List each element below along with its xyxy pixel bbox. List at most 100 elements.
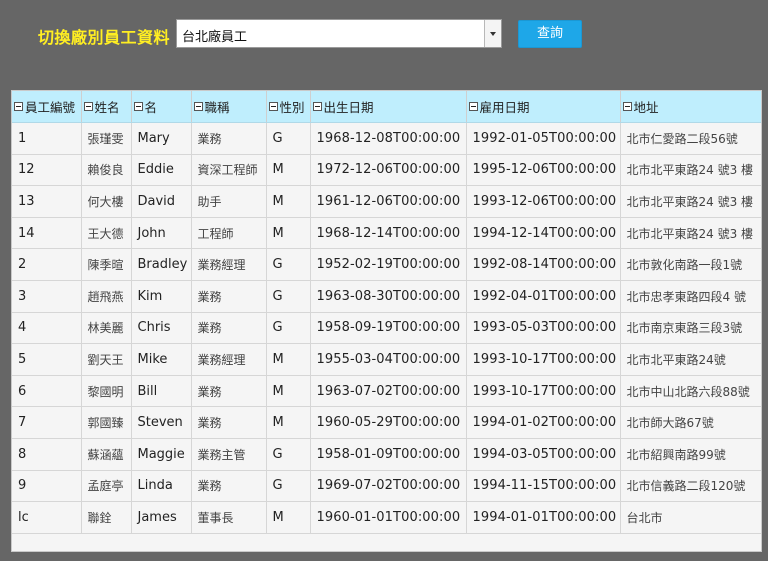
cell-hire-date[interactable]: 1994-01-02T00:00:00 (466, 406, 621, 439)
cell-hire-date[interactable]: 1995-12-06T00:00:00 (466, 154, 621, 187)
cell-surname[interactable]: 何大樓 (81, 185, 132, 218)
cell-address[interactable]: 北市北平東路24 號3 樓 (620, 154, 761, 187)
cell-address[interactable]: 北市北平東路24 號3 樓 (620, 217, 761, 250)
table-row[interactable]: lc 聯銓 James 董事長 M 1960-01-01T00:00:00 1994-01-… (12, 501, 761, 534)
cell-surname[interactable]: 劉天王 (81, 343, 132, 376)
cell-birth-date[interactable]: 1955-03-04T00:00:00 (310, 343, 467, 376)
cell-address[interactable]: 北市仁愛路二段56號 (620, 122, 761, 155)
cell-employee-id[interactable]: 3 (12, 280, 82, 313)
column-header-gender[interactable]: 性別 (266, 91, 311, 123)
cell-title[interactable]: 業務經理 (191, 343, 267, 376)
cell-birth-date[interactable]: 1972-12-06T00:00:00 (310, 154, 467, 187)
cell-title[interactable]: 董事長 (191, 501, 267, 534)
cell-first-name[interactable]: Maggie (131, 438, 192, 471)
cell-birth-date[interactable]: 1952-02-19T00:00:00 (310, 248, 467, 281)
cell-employee-id[interactable]: 8 (12, 438, 82, 471)
table-row[interactable]: 5 劉天王 Mike 業務經理 M 1955-03-04T00:00:00 1993-10-… (12, 343, 761, 376)
cell-first-name[interactable]: David (131, 185, 192, 218)
cell-hire-date[interactable]: 1993-12-06T00:00:00 (466, 185, 621, 218)
cell-employee-id[interactable]: 9 (12, 470, 82, 503)
cell-first-name[interactable]: Linda (131, 470, 192, 503)
cell-address[interactable]: 北市北平東路24號 (620, 343, 761, 376)
cell-gender[interactable]: G (266, 470, 311, 503)
cell-birth-date[interactable]: 1963-08-30T00:00:00 (310, 280, 467, 313)
table-row[interactable]: 12 賴俊良 Eddie 資深工程師 M 1972-12-06T00:00:00 1995-… (12, 154, 761, 187)
cell-address[interactable]: 北市師大路67號 (620, 406, 761, 439)
table-row[interactable]: 14 王大德 John 工程師 M 1968-12-14T00:00:00 1994-12-… (12, 217, 761, 250)
collapse-icon[interactable] (83, 102, 93, 111)
cell-employee-id[interactable]: 7 (12, 406, 82, 439)
cell-gender[interactable]: M (266, 406, 311, 439)
cell-address[interactable]: 台北市 (620, 501, 761, 534)
collapse-icon[interactable] (193, 102, 203, 111)
cell-employee-id[interactable]: 12 (12, 154, 82, 187)
cell-address[interactable]: 北市忠孝東路四段4 號 (620, 280, 761, 313)
cell-employee-id[interactable]: 13 (12, 185, 82, 218)
column-header-address[interactable]: 地址 (620, 91, 761, 123)
cell-birth-date[interactable]: 1961-12-06T00:00:00 (310, 185, 467, 218)
cell-gender[interactable]: M (266, 185, 311, 218)
cell-birth-date[interactable]: 1963-07-02T00:00:00 (310, 375, 467, 408)
cell-address[interactable]: 北市南京東路三段3號 (620, 312, 761, 345)
cell-first-name[interactable]: Bradley (131, 248, 192, 281)
cell-birth-date[interactable]: 1960-05-29T00:00:00 (310, 406, 467, 439)
collapse-icon[interactable] (268, 102, 278, 111)
cell-first-name[interactable]: Steven (131, 406, 192, 439)
cell-gender[interactable]: M (266, 343, 311, 376)
cell-birth-date[interactable]: 1960-01-01T00:00:00 (310, 501, 467, 534)
cell-employee-id[interactable]: 5 (12, 343, 82, 376)
column-header-surname[interactable]: 姓名 (81, 91, 132, 123)
cell-first-name[interactable]: Mary (131, 122, 192, 155)
cell-address[interactable]: 北市北平東路24 號3 樓 (620, 185, 761, 218)
cell-employee-id[interactable]: 4 (12, 312, 82, 345)
cell-employee-id[interactable]: 2 (12, 248, 82, 281)
collapse-icon[interactable] (312, 102, 322, 111)
cell-employee-id[interactable]: 6 (12, 375, 82, 408)
cell-surname[interactable]: 孟庭亭 (81, 470, 132, 503)
cell-title[interactable]: 業務經理 (191, 248, 267, 281)
collapse-icon[interactable] (622, 102, 632, 111)
cell-title[interactable]: 業務 (191, 375, 267, 408)
cell-birth-date[interactable]: 1968-12-14T00:00:00 (310, 217, 467, 250)
cell-first-name[interactable]: John (131, 217, 192, 250)
cell-surname[interactable]: 黎國明 (81, 375, 132, 408)
cell-hire-date[interactable]: 1992-04-01T00:00:00 (466, 280, 621, 313)
cell-birth-date[interactable]: 1958-01-09T00:00:00 (310, 438, 467, 471)
cell-birth-date[interactable]: 1969-07-02T00:00:00 (310, 470, 467, 503)
cell-gender[interactable]: G (266, 280, 311, 313)
table-row[interactable]: 3 趙飛燕 Kim 業務 G 1963-08-30T00:00:00 1992-04-01T… (12, 280, 761, 313)
cell-address[interactable]: 北市敦化南路一段1號 (620, 248, 761, 281)
cell-first-name[interactable]: Chris (131, 312, 192, 345)
column-header-employee-id[interactable]: 員工編號 (12, 91, 82, 123)
cell-first-name[interactable]: Eddie (131, 154, 192, 187)
table-row[interactable]: 2 陳季暄 Bradley 業務經理 G 1952-02-19T00:00:00 1992-… (12, 248, 761, 281)
collapse-icon[interactable] (468, 102, 478, 111)
cell-surname[interactable]: 趙飛燕 (81, 280, 132, 313)
cell-hire-date[interactable]: 1993-10-17T00:00:00 (466, 343, 621, 376)
cell-birth-date[interactable]: 1958-09-19T00:00:00 (310, 312, 467, 345)
table-row[interactable]: 13 何大樓 David 助手 M 1961-12-06T00:00:00 1993-12-… (12, 185, 761, 218)
dropdown-arrow-icon[interactable] (484, 20, 501, 47)
cell-surname[interactable]: 郭國臻 (81, 406, 132, 439)
cell-surname[interactable]: 陳季暄 (81, 248, 132, 281)
cell-title[interactable]: 業務 (191, 122, 267, 155)
cell-hire-date[interactable]: 1994-11-15T00:00:00 (466, 470, 621, 503)
cell-title[interactable]: 業務 (191, 312, 267, 345)
query-button[interactable]: 查詢 (518, 20, 582, 48)
cell-employee-id[interactable]: lc (12, 501, 82, 534)
cell-gender[interactable]: M (266, 501, 311, 534)
column-header-hire-date[interactable]: 雇用日期 (466, 91, 621, 123)
cell-employee-id[interactable]: 14 (12, 217, 82, 250)
cell-title[interactable]: 工程師 (191, 217, 267, 250)
cell-gender[interactable]: G (266, 248, 311, 281)
cell-first-name[interactable]: Mike (131, 343, 192, 376)
column-header-first-name[interactable]: 名 (131, 91, 192, 123)
table-row[interactable]: 1 張瑾雯 Mary 業務 G 1968-12-08T00:00:00 1992-01-05… (12, 122, 761, 155)
cell-title[interactable]: 助手 (191, 185, 267, 218)
table-row[interactable]: 9 孟庭亭 Linda 業務 G 1969-07-02T00:00:00 1994-11-1… (12, 470, 761, 503)
cell-surname[interactable]: 王大德 (81, 217, 132, 250)
cell-title[interactable]: 業務 (191, 470, 267, 503)
table-row[interactable]: 7 郭國臻 Steven 業務 M 1960-05-29T00:00:00 1994-01-… (12, 406, 761, 439)
cell-hire-date[interactable]: 1994-03-05T00:00:00 (466, 438, 621, 471)
cell-hire-date[interactable]: 1992-08-14T00:00:00 (466, 248, 621, 281)
